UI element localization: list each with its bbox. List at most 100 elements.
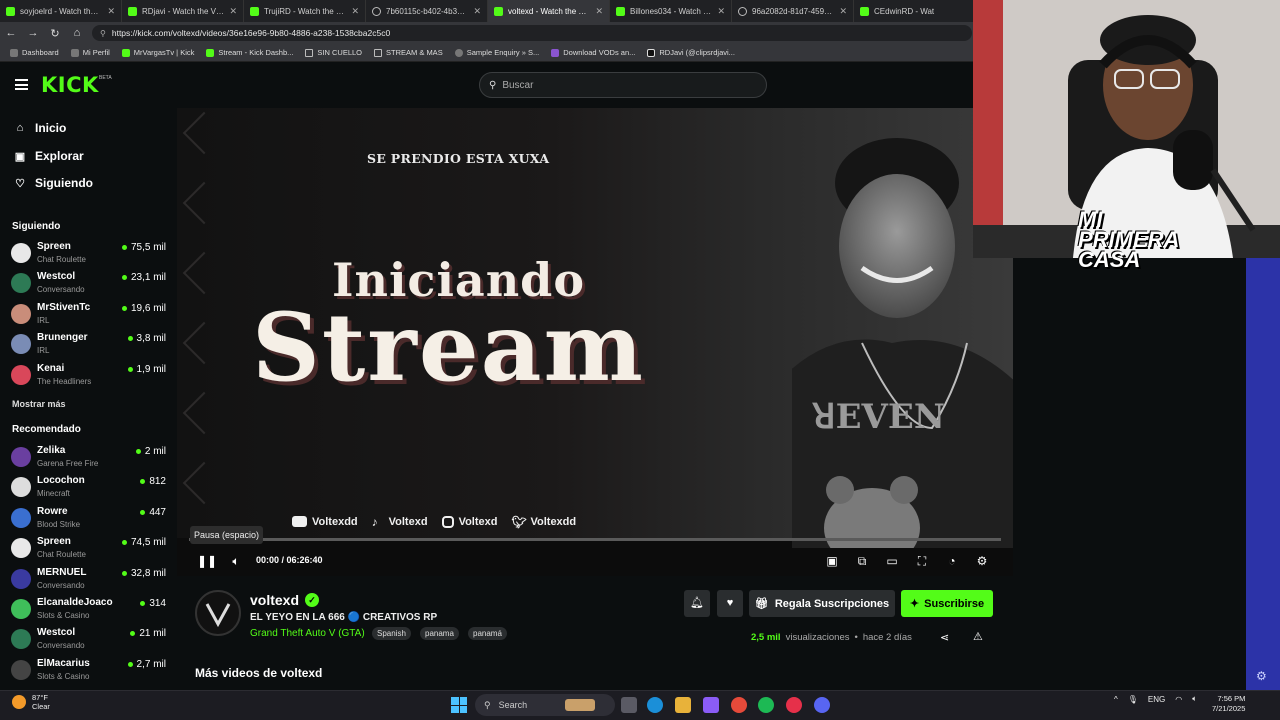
edge-icon[interactable] — [647, 697, 663, 713]
close-icon[interactable]: ✕ — [595, 6, 603, 17]
tag-chip[interactable]: panamá — [468, 627, 507, 640]
discord-icon[interactable] — [814, 697, 830, 713]
volume-button[interactable]: 🔈︎ — [228, 553, 244, 569]
back-icon[interactable]: ← — [0, 27, 22, 39]
forward-icon[interactable]: → — [22, 27, 44, 39]
start-button[interactable] — [451, 697, 467, 713]
tab-label: Billones034 - Watch the V — [630, 6, 712, 16]
notifications-button[interactable]: 🔔︎ — [684, 590, 710, 617]
theater-mode-button[interactable]: ▭ — [884, 553, 900, 569]
channel-row[interactable]: Spreen Chat Roulette 74,5 mil — [11, 536, 166, 564]
file-explorer-icon[interactable] — [675, 697, 691, 713]
clock-time: 7:56 PM — [1217, 694, 1246, 703]
avatar — [11, 659, 31, 680]
show-more-link[interactable]: Mostrar más — [12, 399, 66, 409]
browser-tab[interactable]: Billones034 - Watch the V ✕ — [610, 0, 732, 22]
progress-bar[interactable] — [189, 538, 1001, 541]
kick-logo[interactable]: KICK — [41, 73, 99, 97]
share-button[interactable]: ⋖ — [940, 631, 949, 644]
language-indicator[interactable]: ENG — [1148, 695, 1165, 704]
close-icon[interactable]: ✕ — [229, 6, 237, 17]
obs-icon[interactable] — [786, 697, 802, 713]
bookmark[interactable]: Download VODs an... — [551, 48, 635, 57]
close-icon[interactable]: ✕ — [473, 6, 481, 17]
copilot-icon[interactable] — [703, 697, 719, 713]
bookmark[interactable]: RDJavi (@clipsrdjavi... — [647, 48, 735, 57]
channel-row[interactable]: Zelika Garena Free Fire 2 mil — [11, 445, 166, 473]
avatar — [11, 629, 31, 650]
channel-row[interactable]: Brunenger IRL 3,8 mil — [11, 332, 166, 360]
spotify-icon[interactable] — [758, 697, 774, 713]
volume-icon[interactable]: 🔈︎ — [1192, 694, 1197, 704]
channel-row[interactable]: ElcanaldeJoaco Slots & Casino 314 — [11, 597, 166, 625]
browser-tab[interactable]: 7b60115c-b402-4b39-b3 ✕ — [366, 0, 488, 22]
url-field[interactable]: ⚲ https://kick.com/voltexd/videos/36e16e… — [92, 25, 972, 41]
gift-subs-button[interactable]: 🎁︎ Regala Suscripciones — [749, 590, 895, 617]
bookmark[interactable]: Stream - Kick Dashb... — [206, 48, 293, 57]
channel-row[interactable]: Locochon Minecraft 812 — [11, 475, 166, 503]
subscribe-button[interactable]: ✦ Suscribirse — [901, 590, 993, 617]
wifi-icon[interactable]: ◠ — [1175, 695, 1182, 704]
channel-name[interactable]: voltexd ✓ — [250, 592, 320, 608]
browser-tab[interactable]: 96a2082d-81d7-4591-ae ✕ — [732, 0, 854, 22]
weather-widget[interactable]: 87°F Clear — [12, 693, 50, 711]
channel-row[interactable]: Westcol Conversando 21 mil — [11, 627, 166, 655]
channel-row[interactable]: Kenai The Headliners 1,9 mil — [11, 363, 166, 391]
tag-chip[interactable]: panama — [420, 627, 459, 640]
sidebar-item-siguiendo[interactable]: ♡ Siguiendo — [14, 176, 93, 190]
taskbar-search[interactable]: ⚲ Search — [475, 694, 615, 716]
channel-category: Slots & Casino — [37, 611, 90, 620]
sidebar-item-explorar[interactable]: ▣ Explorar — [14, 149, 84, 163]
task-view-icon[interactable] — [621, 697, 637, 713]
close-icon[interactable]: ✕ — [717, 6, 725, 17]
category-link[interactable]: Grand Theft Auto V (GTA) — [250, 628, 365, 639]
browser-tab[interactable]: soyjoelrd - Watch the VOD ✕ — [0, 0, 122, 22]
tag-chip[interactable]: Spanish — [372, 627, 411, 640]
close-icon[interactable]: ✕ — [107, 6, 115, 17]
menu-icon[interactable] — [15, 79, 28, 90]
sidebar-item-inicio[interactable]: ⌂ Inicio — [14, 121, 67, 135]
bookmark[interactable]: MrVargasTv | Kick — [121, 48, 194, 57]
close-icon[interactable]: ✕ — [351, 6, 359, 17]
youtube-icon — [292, 516, 307, 527]
miniplayer-button[interactable]: ▣ — [824, 553, 840, 569]
channel-row[interactable]: Spreen Chat Roulette 75,5 mil — [11, 241, 166, 269]
video-player[interactable]: ꓤEVEN SE PRENDIO ESTA XUXA Iniciando Str… — [177, 108, 1013, 576]
channel-row[interactable]: ElMacarius Slots & Casino 2,7 mil — [11, 658, 166, 686]
playback-speed-button[interactable]: ◔ — [944, 553, 960, 569]
gear-icon[interactable]: ⚙ — [1256, 669, 1267, 683]
bookmark[interactable]: Sample Enquiry » S... — [454, 48, 539, 57]
site-info-icon[interactable]: ⚲ — [100, 29, 106, 38]
overlay-title-line2: Stream — [252, 293, 646, 403]
bookmark[interactable]: Mi Perfil — [70, 48, 110, 57]
report-button[interactable]: ⚠ — [973, 630, 983, 643]
pause-button[interactable]: ❚❚ — [197, 553, 217, 569]
chrome-icon[interactable] — [731, 697, 747, 713]
microphone-icon[interactable]: 🎙︎ — [1128, 695, 1138, 704]
clock[interactable]: 7:56 PM 7/21/2025 — [1212, 694, 1245, 714]
video-frame[interactable]: ꓤEVEN SE PRENDIO ESTA XUXA Iniciando Str… — [177, 108, 1013, 548]
bookmark[interactable]: Dashboard — [10, 48, 59, 57]
fullscreen-button[interactable]: ⛶ — [914, 553, 930, 569]
channel-row[interactable]: MrStivenTc IRL 19,6 mil — [11, 302, 166, 330]
channel-avatar[interactable] — [195, 590, 241, 636]
close-icon[interactable]: ✕ — [839, 6, 847, 17]
search-input[interactable]: ⚲ Buscar — [479, 72, 767, 98]
channel-row[interactable]: MERNUEL Conversando 32,8 mil — [11, 567, 166, 595]
home-icon[interactable]: ⌂ — [66, 27, 88, 39]
browser-tab[interactable]: RDjavi - Watch the VOD on ✕ — [122, 0, 244, 22]
browser-tab[interactable]: CEdwinRD - Wat — [854, 0, 976, 22]
reload-icon[interactable]: ↻ — [44, 27, 66, 40]
published-ago: hace 2 días — [862, 632, 912, 643]
chevron-up-icon[interactable]: ^ — [1114, 695, 1118, 704]
bookmark-folder[interactable]: STREAM & MAS — [374, 48, 443, 57]
channel-row[interactable]: Rowre Blood Strike 447 — [11, 506, 166, 534]
browser-tab-active[interactable]: voltexd - Watch the VOD ✕ — [488, 0, 610, 22]
browser-tab[interactable]: TrujiRD - Watch the VOD ✕ — [244, 0, 366, 22]
channel-row[interactable]: Westcol Conversando 23,1 mil — [11, 271, 166, 299]
clip-button[interactable]: ⧉ — [854, 553, 870, 569]
bookmark-folder[interactable]: SIN CUELLO — [305, 48, 362, 57]
follow-button[interactable]: ♥ — [717, 590, 743, 617]
settings-button[interactable]: ⚙ — [974, 553, 990, 569]
gift-subs-label: Regala Suscripciones — [774, 597, 890, 610]
